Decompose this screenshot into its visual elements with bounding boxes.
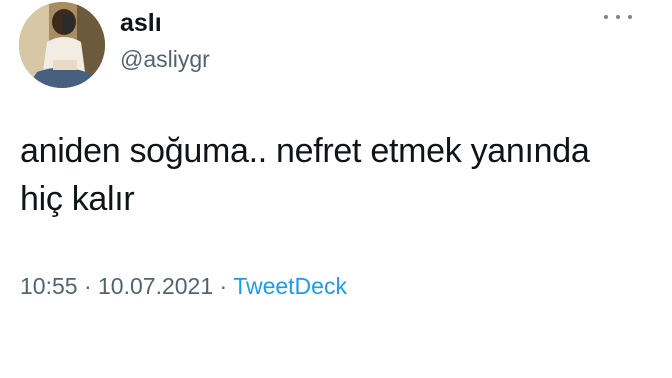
meta-separator: · xyxy=(219,273,228,299)
author-info: aslı @asliygr xyxy=(120,8,210,73)
author-handle[interactable]: @asliygr xyxy=(120,45,210,73)
tweet-source-link[interactable]: TweetDeck xyxy=(233,273,347,299)
author-display-name[interactable]: aslı xyxy=(120,8,210,38)
avatar-photo xyxy=(19,2,105,88)
tweet-time[interactable]: 10:55 xyxy=(20,273,78,299)
more-dot xyxy=(628,15,632,19)
tweet-date[interactable]: 10.07.2021 xyxy=(98,273,213,299)
tweet-text: aniden soğuma.. nefret etmek yanında hiç… xyxy=(20,132,590,218)
meta-separator: · xyxy=(83,273,92,299)
more-dot xyxy=(616,15,620,19)
more-dot xyxy=(604,15,608,19)
tweet-metadata: 10:55 · 10.07.2021 · TweetDeck xyxy=(20,271,347,301)
tweet-card: aslı @asliygr aniden soğuma.. nefret etm… xyxy=(0,0,672,378)
more-icon[interactable] xyxy=(604,10,632,24)
avatar[interactable] xyxy=(19,2,105,88)
